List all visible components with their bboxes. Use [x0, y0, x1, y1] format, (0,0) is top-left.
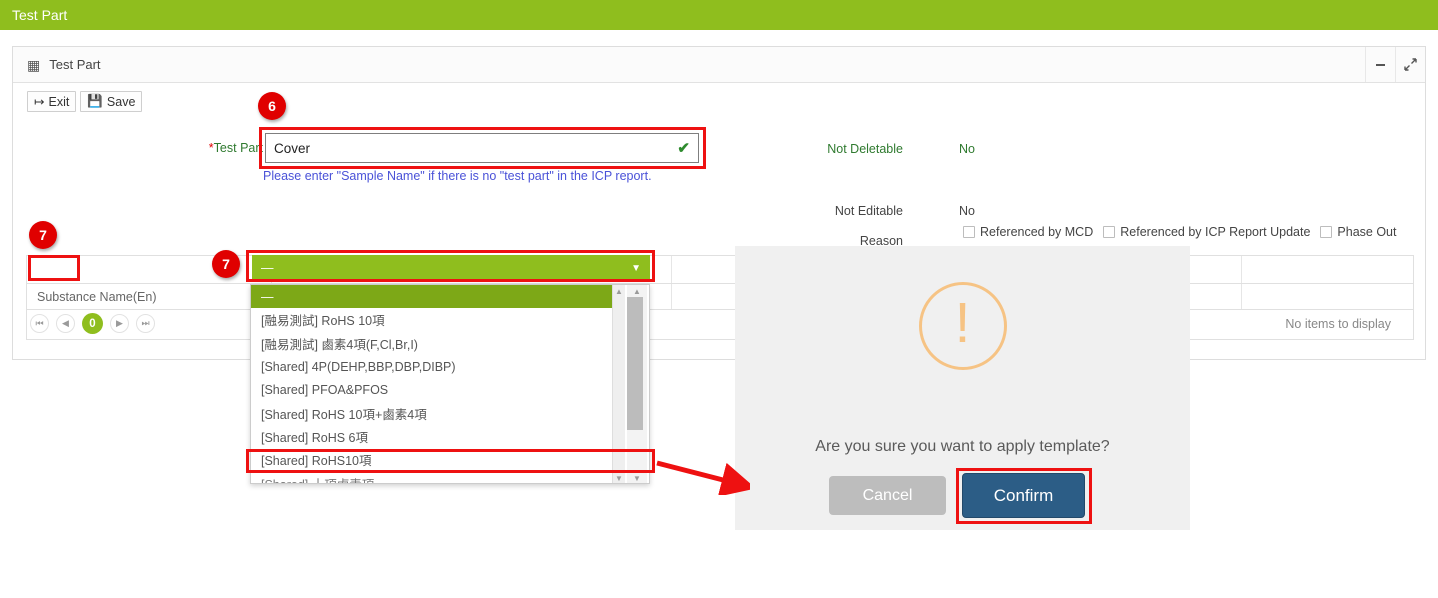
not-deletable-label-text: Not Deletable [827, 142, 903, 156]
not-deletable-value: No [959, 142, 975, 156]
not-editable-value: No [959, 204, 975, 218]
template-option-label: [融易測試] 鹵素4項(F,Cl,Br,I) [261, 337, 418, 352]
panel-toolbar: ↦ Exit 💾 Save [27, 91, 146, 112]
pager-first-button[interactable]: ⏮ [30, 314, 49, 333]
expand-icon [1404, 58, 1417, 71]
grid-empty-row: No items to display [27, 310, 1413, 338]
checkbox-label: Referenced by ICP Report Update [1120, 225, 1311, 239]
pager-last-button[interactable]: ⏭ [136, 314, 155, 333]
template-option-4[interactable]: [Shared] PFOA&PFOS [251, 378, 649, 401]
grid-pager: ⏮ ◀ 0 ▶ ⏭ [30, 313, 155, 334]
test-part-input[interactable]: Cover ✔ [265, 133, 699, 163]
scroll-down-icon[interactable]: ▼ [615, 474, 623, 483]
reason-checkbox-group: Referenced by MCD Referenced by ICP Repo… [963, 225, 1406, 239]
save-icon: 💾 [87, 94, 103, 108]
pager-current-page[interactable]: 0 [82, 313, 103, 334]
save-button[interactable]: 💾 Save [80, 91, 143, 112]
template-select[interactable]: — ▼ [252, 255, 650, 281]
valid-check-icon: ✔ [677, 140, 690, 157]
checkbox-box-icon[interactable] [1320, 226, 1333, 238]
app-title-bar: Test Part [0, 0, 1438, 30]
dropdown-scrollbar-inner[interactable]: ▲ ▼ [627, 285, 647, 483]
template-option-label: — [261, 289, 274, 304]
filter-cell-5[interactable] [1242, 256, 1413, 283]
checkbox-referenced-by-mcd[interactable]: Referenced by MCD [963, 225, 1093, 239]
template-option-2[interactable]: [融易測試] 鹵素4項(F,Cl,Br,I) [251, 332, 649, 355]
pager-prev-button[interactable]: ◀ [56, 314, 75, 333]
exit-icon: ↦ [34, 95, 45, 109]
grid-header-substance-name[interactable]: Substance Name(En) [27, 284, 272, 309]
dialog-message: Are you sure you want to apply template? [815, 438, 1110, 455]
template-option-rohs10[interactable]: [Shared] RoHS10項 [251, 448, 649, 471]
minimize-button[interactable] [1365, 47, 1395, 82]
test-part-input-value: Cover [274, 140, 311, 156]
step-badge-number: 7 [39, 227, 47, 243]
template-select-value: — [261, 261, 274, 275]
expand-button[interactable] [1395, 47, 1425, 82]
not-editable-label: Not Editable [834, 204, 903, 218]
panel-header: ▦ Test Part [13, 47, 1425, 83]
checkbox-label: Phase Out [1337, 225, 1397, 239]
template-option-label: [Shared] RoHS10項 [261, 454, 372, 469]
step-badge-7-new: 7 [29, 221, 57, 249]
template-option-label: [Shared] 4P(DEHP,BBP,DBP,DIBP) [261, 359, 456, 374]
checkbox-referenced-by-icp-report-update[interactable]: Referenced by ICP Report Update [1103, 225, 1310, 239]
template-option-label: [Shared] PFOA&PFOS [261, 382, 389, 397]
panel-title: Test Part [49, 57, 101, 72]
scroll-up-icon[interactable]: ▲ [633, 287, 641, 296]
chevron-down-icon: ▼ [631, 262, 641, 274]
template-option-dash[interactable]: — ✚ [251, 285, 649, 309]
annotation-arrow [656, 460, 750, 495]
template-option-label: [Shared] RoHS 6項 [261, 430, 368, 445]
template-option-label: [Shared] 十項鹵素項 [261, 474, 374, 483]
checkbox-label: Referenced by MCD [980, 225, 1094, 239]
template-option-1[interactable]: [融易測試] RoHS 10項 [251, 308, 649, 331]
scroll-down-icon[interactable]: ▼ [633, 474, 641, 483]
template-option-6[interactable]: [Shared] RoHS 6項 [251, 425, 649, 448]
template-option-8[interactable]: [Shared] 十項鹵素項 [251, 471, 649, 483]
scroll-up-icon[interactable]: ▲ [615, 287, 623, 296]
warning-icon-glyph: ! [954, 291, 971, 355]
exit-button[interactable]: ↦ Exit [27, 91, 77, 112]
step-badge-number: 7 [222, 256, 230, 272]
template-option-label: [融易測試] RoHS 10項 [261, 314, 385, 329]
grid-icon: ▦ [27, 56, 41, 73]
grid-header-col5[interactable] [1242, 284, 1413, 309]
not-deletable-label: Not Deletable [803, 142, 903, 156]
checkbox-phase-out[interactable]: Phase Out [1320, 225, 1396, 239]
exit-label: Exit [48, 94, 70, 109]
pager-next-button[interactable]: ▶ [110, 314, 129, 333]
template-option-label: [Shared] RoHS 10項+鹵素4項 [261, 407, 427, 422]
warning-icon: ! [918, 282, 1007, 370]
template-option-3[interactable]: [Shared] 4P(DEHP,BBP,DBP,DIBP) [251, 355, 649, 378]
test-part-label: *Test Part [133, 141, 263, 155]
minimize-icon [1376, 64, 1385, 66]
test-part-label-text: Test Part [213, 141, 263, 155]
checkbox-box-icon[interactable] [1103, 226, 1116, 238]
confirm-button[interactable]: Confirm [962, 473, 1085, 518]
template-option-5[interactable]: [Shared] RoHS 10項+鹵素4項 [251, 401, 649, 424]
step-badge-number: 6 [268, 98, 276, 114]
template-dropdown-list[interactable]: — ✚ [融易測試] RoHS 10項 [融易測試] 鹵素4項(F,Cl,Br,… [250, 284, 650, 484]
cancel-button[interactable]: Cancel [829, 476, 946, 515]
step-badge-6: 6 [258, 92, 286, 120]
grid-empty-message: No items to display [1285, 317, 1391, 331]
app-title: Test Part [12, 7, 68, 23]
step-badge-7-template: 7 [212, 250, 240, 278]
checkbox-box-icon[interactable] [963, 226, 975, 238]
grid-header-row: Substance Name(En) Unit [27, 284, 1413, 310]
scrollbar-thumb[interactable] [627, 297, 643, 430]
dropdown-scrollbar-outer[interactable]: ▲ ▼ [612, 285, 625, 483]
save-label: Save [106, 94, 136, 109]
test-part-hint: Please enter "Sample Name" if there is n… [263, 169, 652, 183]
